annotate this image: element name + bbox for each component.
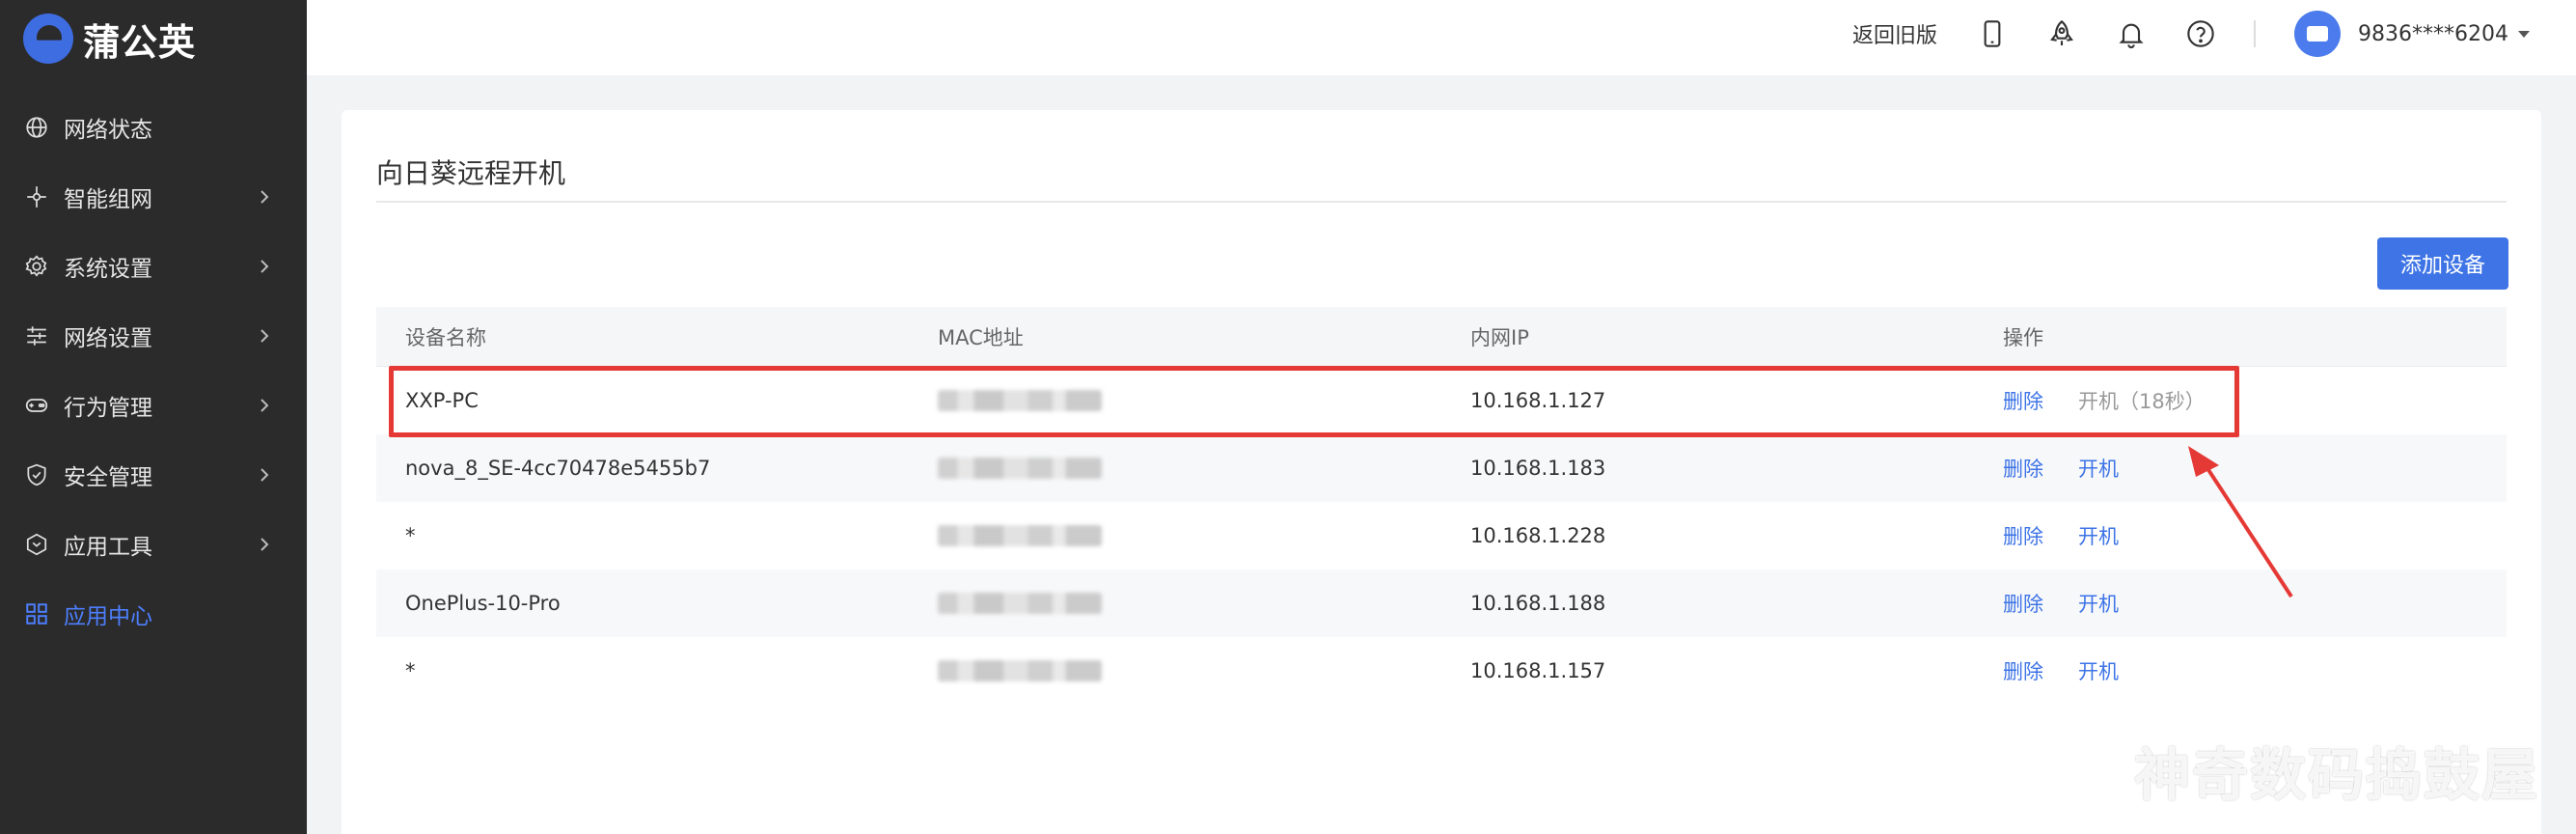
power-on-link[interactable]: 开机 (2078, 589, 2119, 618)
username[interactable]: 9836****6204 (2358, 22, 2508, 46)
chevron-right-icon (260, 190, 269, 204)
lan-ip: 10.168.1.183 (1470, 457, 1606, 480)
sidebar-item-label: 应用工具 (64, 535, 152, 560)
delete-link[interactable]: 删除 (2003, 656, 2043, 685)
power-on-link: 开机（18秒） (2078, 390, 2206, 413)
device-name: nova_8_SE-4cc70478e5455b7 (405, 457, 711, 480)
sidebar-item-label: 网络状态 (64, 118, 152, 143)
avatar[interactable] (2294, 11, 2342, 57)
add-device-button[interactable]: 添加设备 (2377, 237, 2508, 290)
mac-address-redacted (938, 458, 1102, 479)
power-on-link[interactable]: 开机 (2078, 454, 2119, 483)
gear-icon (23, 253, 50, 280)
lan-ip: 10.168.1.188 (1470, 592, 1606, 615)
row-actions: 删除 开机（18秒） (1974, 386, 2507, 415)
row-actions: 删除 开机 (1974, 656, 2507, 685)
hexagon-icon (23, 531, 50, 558)
mac-address (909, 458, 1441, 479)
topbar-divider (2254, 20, 2257, 47)
column-header-actions: 操作 (2003, 325, 2043, 349)
help-icon[interactable] (2184, 17, 2217, 50)
column-header-ip: 内网IP (1470, 325, 1529, 349)
sidebar-item-label: 系统设置 (64, 257, 152, 282)
sidebar-item-label: 行为管理 (64, 396, 152, 421)
lan-ip: 10.168.1.157 (1470, 659, 1606, 682)
sidebar-item-label: 安全管理 (64, 465, 152, 490)
mac-address (909, 390, 1441, 411)
phone-icon[interactable] (1976, 17, 2009, 50)
delete-link[interactable]: 删除 (2003, 589, 2043, 618)
sidebar-item-network-status[interactable]: 网络状态 (0, 93, 307, 162)
lan-ip: 10.168.1.127 (1470, 389, 1606, 412)
delete-link[interactable]: 删除 (2003, 521, 2043, 550)
device-name: XXP-PC (405, 389, 479, 412)
column-header-device-name: 设备名称 (405, 325, 486, 349)
device-name: OnePlus-10-Pro (405, 592, 561, 615)
grid-icon (23, 600, 50, 627)
sliders-icon (23, 322, 50, 349)
globe-icon (23, 114, 50, 141)
sidebar-menu: 网络状态 智能组网 系统设置 网络设置 行为管理 安全管理 应用工具 应用中心 (0, 93, 307, 649)
table-row: * 10.168.1.157 删除 开机 (376, 637, 2507, 705)
mac-address (909, 593, 1441, 614)
table-header: 设备名称 MAC地址 内网IP 操作 (376, 307, 2507, 367)
sidebar-item-smart-networking[interactable]: 智能组网 (0, 162, 307, 232)
power-on-link[interactable]: 开机 (2078, 656, 2119, 685)
chevron-right-icon (260, 468, 269, 482)
sidebar-item-app-center[interactable]: 应用中心 (0, 579, 307, 649)
sidebar-item-behavior-management[interactable]: 行为管理 (0, 371, 307, 440)
chevron-down-icon[interactable] (2518, 30, 2530, 38)
lan-ip: 10.168.1.228 (1470, 524, 1606, 547)
gamepad-icon (23, 392, 50, 419)
sidebar-item-label: 网络设置 (64, 326, 152, 351)
sidebar-item-network-settings[interactable]: 网络设置 (0, 301, 307, 371)
mac-address-redacted (938, 525, 1102, 546)
sidebar-item-security-management[interactable]: 安全管理 (0, 440, 307, 510)
chevron-right-icon (260, 260, 269, 273)
power-on-link[interactable]: 开机 (2078, 521, 2119, 550)
mac-address (909, 660, 1441, 681)
mac-address-redacted (938, 660, 1102, 681)
annotation-arrow-icon (2188, 446, 2293, 598)
logo[interactable]: 蒲公英 (23, 12, 196, 66)
page-title: 向日葵远程开机 (376, 157, 566, 189)
chevron-right-icon (260, 399, 269, 412)
shield-icon (23, 461, 50, 488)
topbar-actions: 返回旧版 9836****6204 (1852, 0, 2530, 68)
column-header-mac: MAC地址 (938, 325, 1024, 349)
mac-address-redacted (938, 390, 1102, 411)
delete-link[interactable]: 删除 (2003, 454, 2043, 483)
back-to-old-version-link[interactable]: 返回旧版 (1852, 18, 1937, 49)
chevron-right-icon (260, 329, 269, 343)
watermark: 神奇数码捣鼓屋 (2134, 742, 2540, 808)
rocket-icon[interactable] (2045, 17, 2078, 50)
title-divider (376, 201, 2507, 203)
network-node-icon (23, 183, 50, 210)
device-name: * (405, 659, 416, 682)
logo-icon (23, 14, 73, 64)
sidebar: 蒲公英 网络状态 智能组网 系统设置 网络设置 行为管理 安全管理 应用工具 应… (0, 0, 307, 834)
mac-address (909, 525, 1441, 546)
chevron-right-icon (260, 538, 269, 551)
device-name: * (405, 524, 416, 547)
logo-text: 蒲公英 (83, 20, 197, 64)
delete-link[interactable]: 删除 (2003, 386, 2043, 415)
sidebar-item-app-tools[interactable]: 应用工具 (0, 510, 307, 579)
mac-address-redacted (938, 593, 1102, 614)
bell-icon[interactable] (2115, 17, 2148, 50)
sidebar-item-label: 应用中心 (64, 604, 152, 629)
topbar: 返回旧版 9836****6204 (307, 0, 2576, 75)
table-row: XXP-PC 10.168.1.127 删除 开机（18秒） (376, 367, 2507, 434)
sidebar-item-label: 智能组网 (64, 187, 152, 212)
sidebar-item-system-settings[interactable]: 系统设置 (0, 232, 307, 301)
